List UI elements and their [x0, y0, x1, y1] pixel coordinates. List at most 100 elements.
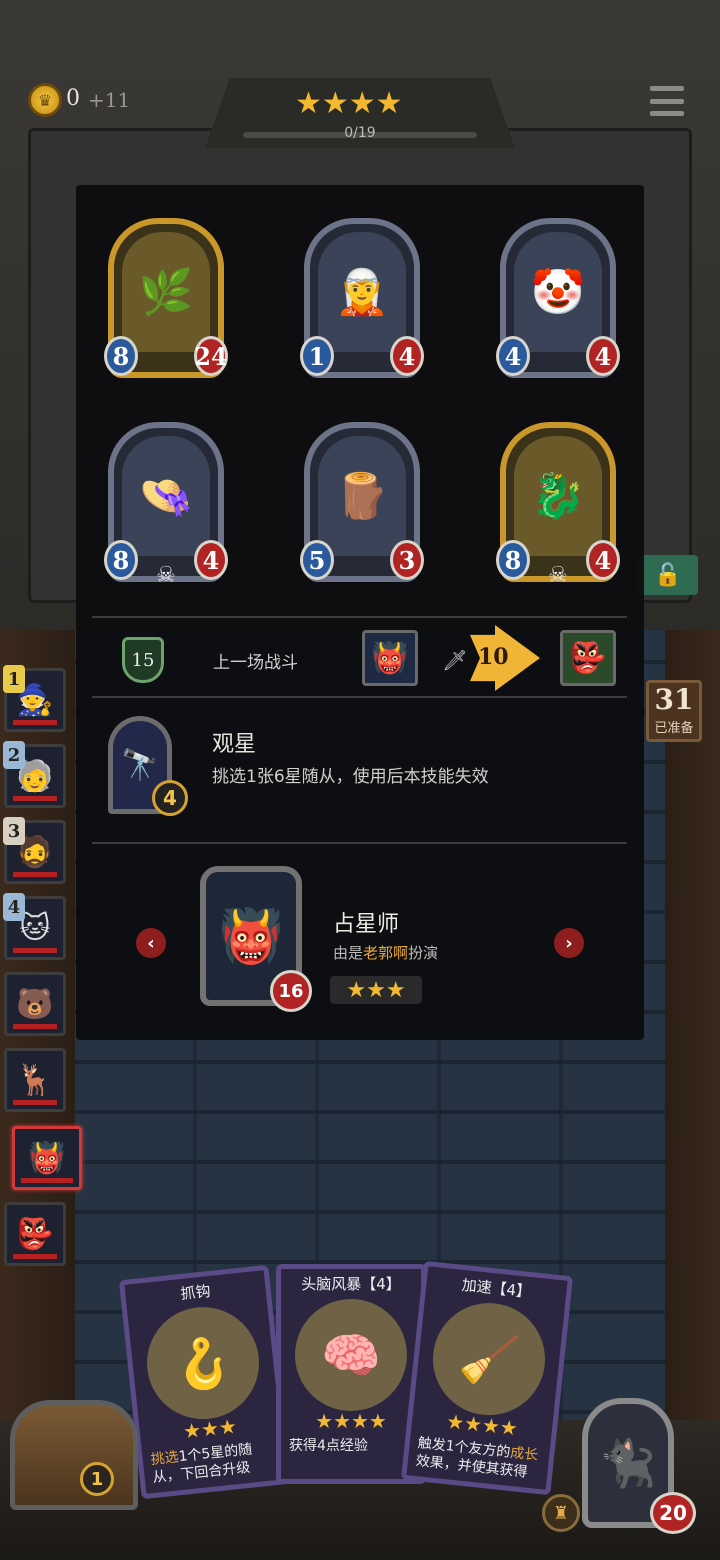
roster-portrait: 👺	[16, 1216, 54, 1252]
skill-cost: 4	[152, 780, 188, 816]
minion-card[interactable]: 👒 8 4 ☠	[104, 422, 228, 588]
chest-count: 1	[80, 1462, 114, 1496]
attack-gem: 1	[300, 336, 334, 376]
minion-art: 🌿	[122, 232, 210, 352]
spell-card[interactable]: 加速【4】 🧹 ★★★★ 触发1个友方的成长效果，并使其获得	[400, 1260, 574, 1496]
hero-name: 占星师	[333, 912, 400, 937]
player-health: 20	[650, 1492, 696, 1534]
divider	[92, 696, 627, 698]
spell-description-part: 成长	[509, 1444, 539, 1464]
skull-icon: ☠	[156, 563, 176, 588]
minion-art: 👒	[122, 436, 210, 556]
roster-health-bar	[21, 1178, 73, 1183]
roster-health-bar	[13, 1024, 57, 1029]
attack-gem: 8	[496, 540, 530, 580]
gold-value: 0	[66, 86, 80, 111]
gold-coin-icon: ♛	[28, 83, 62, 117]
last-battle-self-portrait: 👹	[362, 630, 418, 686]
minion-card[interactable]: 🤡 4 4	[496, 218, 620, 378]
menu-icon[interactable]	[650, 86, 684, 116]
health-gem: 4	[586, 336, 620, 376]
minion-art: 🐉	[514, 436, 602, 556]
roster-portrait: 🐻	[16, 986, 54, 1022]
placement-number: 1	[3, 665, 25, 693]
next-player-button[interactable]: ›	[554, 928, 584, 958]
hero-played-by: 由是老郭啊扮演	[333, 942, 438, 963]
spell-art: 🧹	[427, 1297, 551, 1421]
roster-health-bar	[13, 796, 57, 801]
xp-text: 0/19	[344, 125, 376, 141]
health-gem: 4	[586, 540, 620, 580]
last-battle-label: 上一场战斗	[213, 653, 298, 673]
divider	[92, 616, 627, 618]
prev-player-button[interactable]: ‹	[136, 928, 166, 958]
damage-value: 10	[478, 644, 509, 670]
unlock-icon[interactable]: 🔓	[638, 555, 698, 595]
roster-player[interactable]: 🐱 4	[3, 893, 66, 960]
roster-portrait: 🦌	[16, 1062, 54, 1098]
treasure-chest[interactable]	[10, 1400, 138, 1510]
roster-player[interactable]: 👺	[4, 1202, 66, 1266]
spell-description: 获得4点经验	[289, 1437, 413, 1455]
minion-card[interactable]: 🐉 8 4 ☠	[496, 422, 620, 588]
roster-health-bar	[13, 1100, 57, 1105]
attack-gem: 4	[496, 336, 530, 376]
last-battle-opponent-portrait: 👺	[560, 630, 616, 686]
ready-count: 31	[654, 683, 694, 716]
placement-number: 3	[3, 817, 25, 845]
skull-icon: ☠	[548, 563, 568, 588]
minion-art: 🧝	[318, 232, 406, 352]
spell-stars: ★★★★	[315, 1409, 387, 1433]
roster-health-bar	[13, 1254, 57, 1259]
roster-health-bar	[13, 720, 57, 725]
roster-player[interactable]: 🧔 3	[3, 817, 66, 884]
turn-shield: 15	[122, 637, 164, 683]
attack-gem: 8	[104, 540, 138, 580]
spell-art: 🪝	[141, 1301, 265, 1425]
spell-title: 加速【4】	[460, 1275, 532, 1302]
played-by-suffix: 扮演	[408, 944, 439, 962]
roster-health-bar	[13, 948, 57, 953]
spell-title: 头脑风暴【4】	[301, 1275, 401, 1293]
health-gem: 4	[194, 540, 228, 580]
hero-health: 16	[270, 970, 312, 1012]
sword-icon: 🗡	[442, 648, 468, 672]
spell-description-part: 获得4点经验	[289, 1438, 368, 1454]
hero-stars: ★★★	[330, 976, 422, 1004]
spell-description: 挑选1个5星的随从，下回合升级	[150, 1438, 277, 1487]
minion-card[interactable]: 🌿 8 24	[104, 218, 228, 378]
spell-title: 抓钩	[179, 1281, 212, 1304]
minion-card[interactable]: 🧝 1 4	[300, 218, 424, 378]
skill-name: 观星	[212, 732, 257, 757]
spell-description: 触发1个友方的成长效果，并使其获得	[415, 1434, 542, 1483]
roster-player[interactable]: 🧙 1	[3, 665, 66, 732]
placement-number: 2	[3, 741, 25, 769]
spell-card[interactable]: 抓钩 🪝 ★★★ 挑选1个5星的随从，下回合升级	[118, 1264, 292, 1500]
attack-gem: 5	[300, 540, 334, 580]
player-name: 老郭啊	[363, 944, 409, 962]
roster-player[interactable]: 🐻	[4, 972, 66, 1036]
ready-label: 已准备	[654, 721, 694, 736]
roster-player[interactable]: 👹	[12, 1126, 82, 1190]
placement-number: 4	[3, 893, 25, 921]
divider	[92, 842, 627, 844]
minion-card[interactable]: 🪵 5 3	[300, 422, 424, 582]
gold-income: +11	[88, 88, 131, 112]
tier-stars: ★★★★	[295, 86, 403, 121]
health-gem: 3	[390, 540, 424, 580]
roster-player[interactable]: 🧓 2	[3, 741, 66, 808]
roster-health-bar	[13, 872, 57, 877]
minion-art: 🤡	[514, 232, 602, 352]
spell-description-part: 挑选	[150, 1449, 180, 1469]
roster-portrait: 👹	[28, 1140, 66, 1176]
ready-plate: 31 已准备	[646, 680, 702, 742]
health-gem: 4	[390, 336, 424, 376]
health-gem: 24	[194, 336, 228, 376]
spell-art: 🧠	[295, 1299, 407, 1411]
played-by-prefix: 由是	[333, 944, 364, 962]
minion-art: 🪵	[318, 436, 406, 556]
skill-description: 挑选1张6星随从，使用后本技能失效	[212, 767, 489, 787]
upgrade-icon[interactable]: ♜	[542, 1494, 580, 1532]
roster-player[interactable]: 🦌	[4, 1048, 66, 1112]
attack-gem: 8	[104, 336, 138, 376]
